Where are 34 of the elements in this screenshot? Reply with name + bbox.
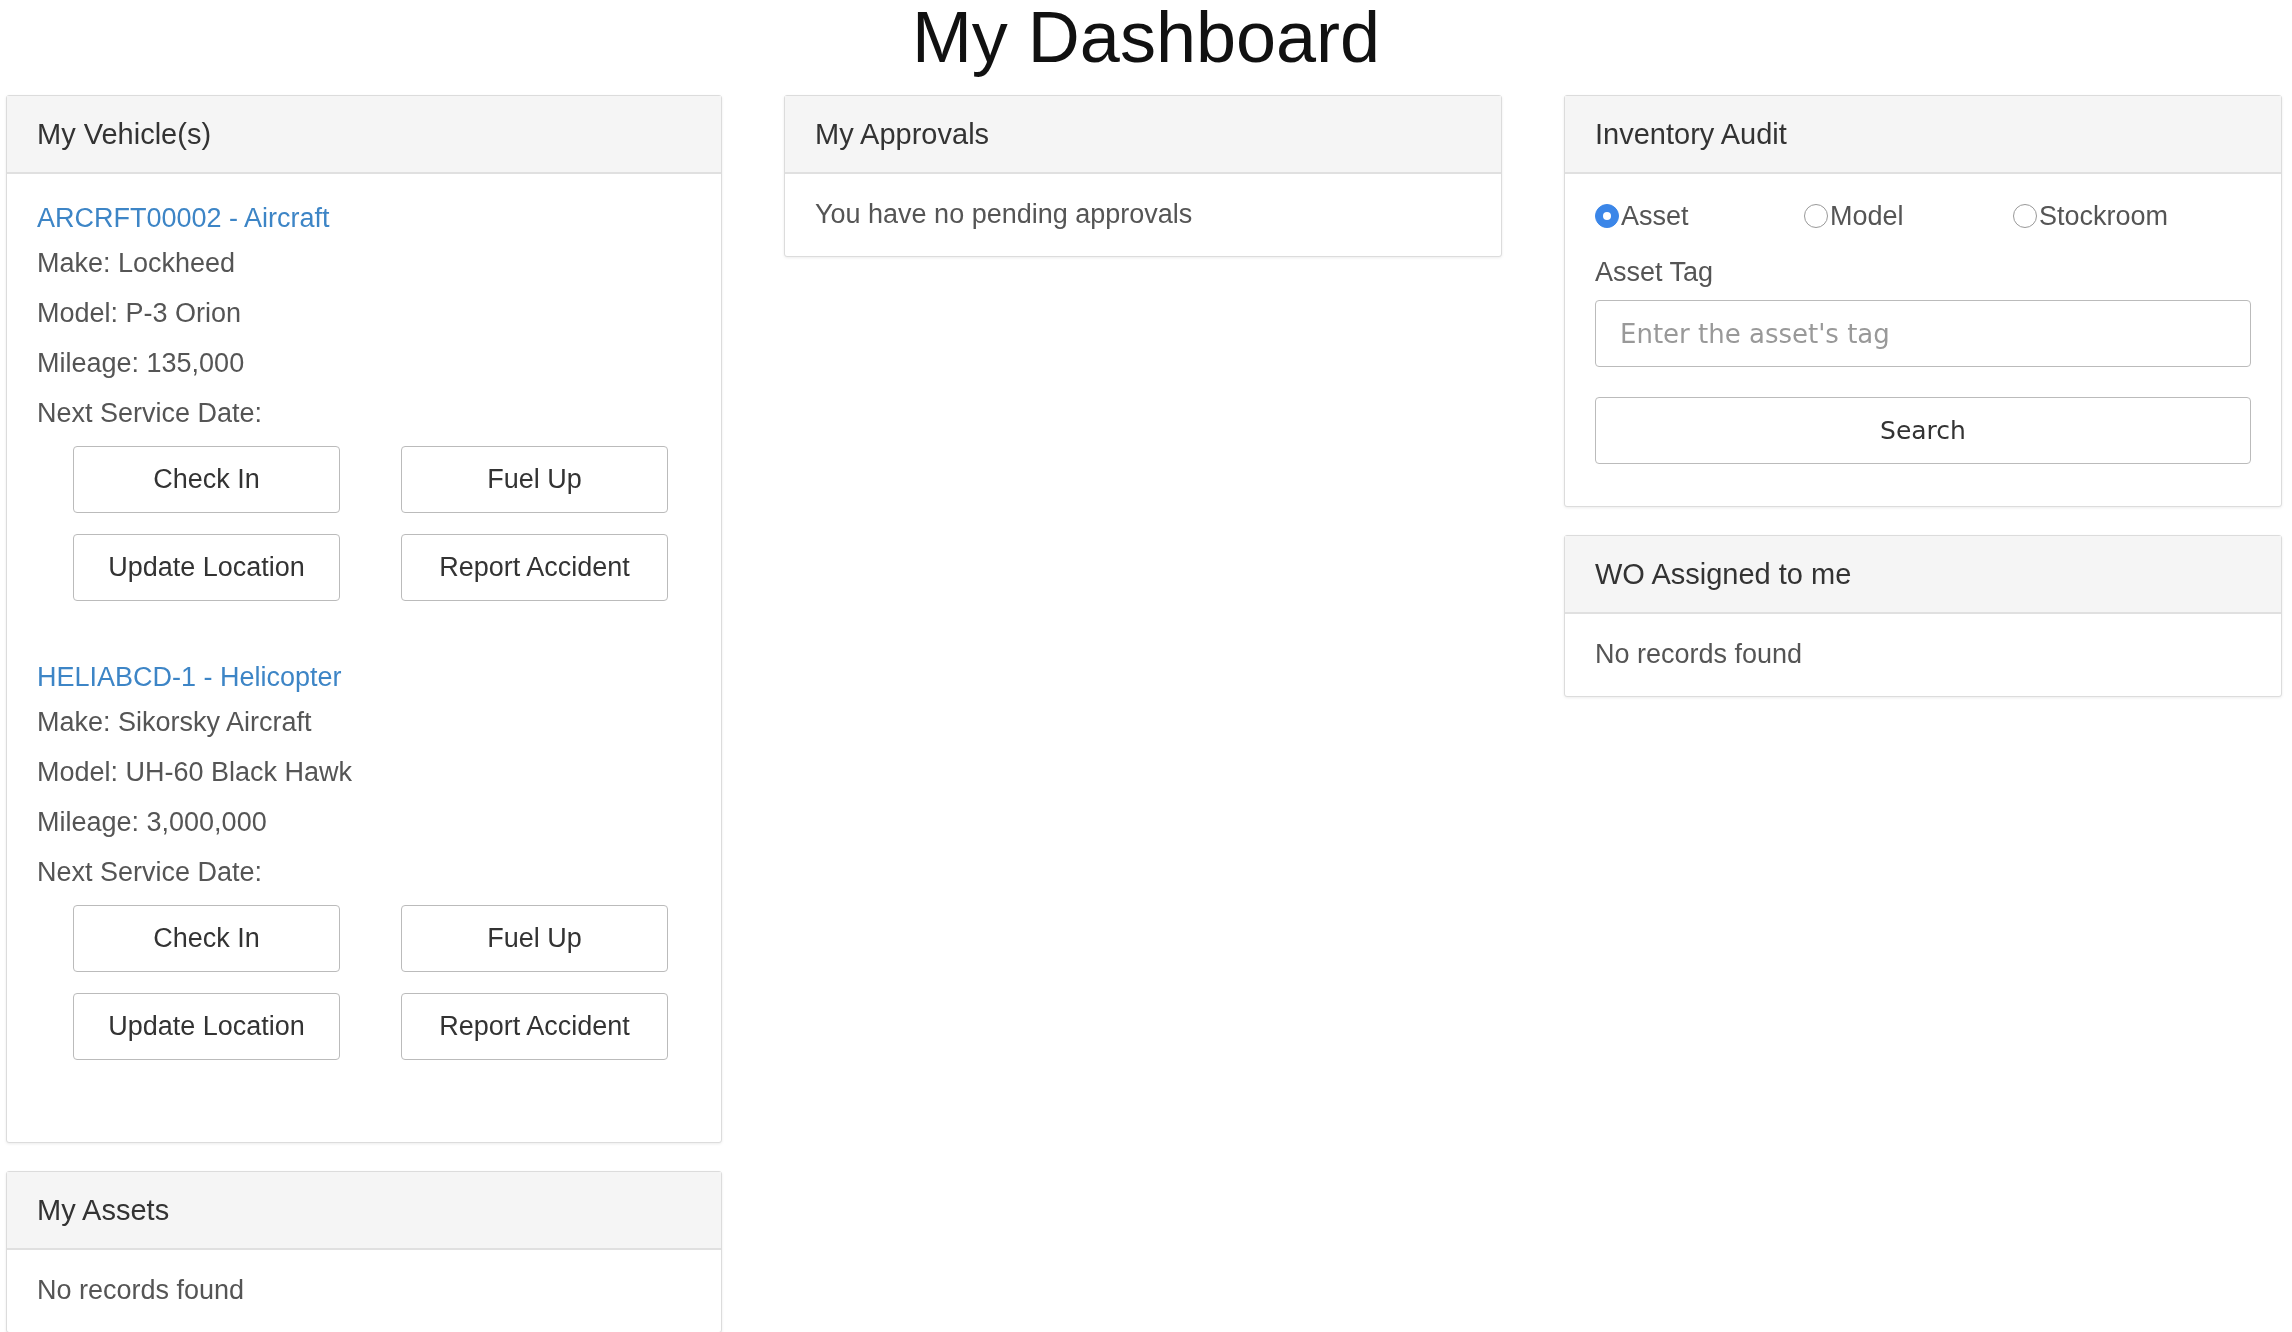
vehicle-link[interactable]: HELIABCD-1 - Helicopter (37, 657, 691, 697)
panel-header: My Approvals (785, 96, 1501, 174)
action-button[interactable]: Check In (73, 446, 340, 513)
field-label: Asset Tag (1595, 256, 1714, 289)
radio-label[interactable]: Model (1830, 200, 1904, 232)
vehicle-detail: Mileage: 3,000,000 (37, 806, 268, 839)
vehicle-detail: Mileage: 135,000 (37, 347, 246, 380)
vehicle-detail: Model: P-3 Orion (37, 297, 243, 330)
action-button[interactable]: Check In (73, 905, 340, 972)
vehicle-detail: Make: Lockheed (37, 247, 237, 280)
vehicle-link[interactable]: ARCRFT00002 - Aircraft (37, 198, 691, 238)
action-button[interactable]: Fuel Up (401, 905, 668, 972)
radio-label[interactable]: Asset (1621, 200, 1689, 232)
empty-message: No records found (37, 1274, 246, 1307)
panel-header: My Assets (7, 1172, 721, 1250)
radio-button[interactable] (1595, 204, 1619, 228)
page-title: My Dashboard (911, 0, 1381, 79)
radio-label[interactable]: Stockroom (2039, 200, 2169, 232)
asset-tag-field[interactable]: Enter the asset's tag (1595, 300, 2251, 367)
action-button[interactable]: Fuel Up (401, 446, 668, 513)
action-button[interactable]: Report Accident (401, 993, 668, 1060)
action-button[interactable]: Update Location (73, 993, 340, 1060)
vehicle-detail: Next Service Date: (37, 856, 264, 889)
panel-header: My Vehicle(s) (7, 96, 721, 174)
panel-header: WO Assigned to me (1565, 536, 2281, 614)
action-button[interactable]: Update Location (73, 534, 340, 601)
panel-header: Inventory Audit (1565, 96, 2281, 174)
vehicle-detail: Model: UH-60 Black Hawk (37, 756, 354, 789)
vehicle-detail: Make: Sikorsky Aircraft (37, 706, 313, 739)
action-button[interactable]: Report Accident (401, 534, 668, 601)
search-button[interactable]: Search (1595, 397, 2251, 464)
empty-message: No records found (1595, 638, 1804, 671)
vehicle-detail: Next Service Date: (37, 397, 264, 430)
empty-message: You have no pending approvals (815, 198, 1194, 231)
